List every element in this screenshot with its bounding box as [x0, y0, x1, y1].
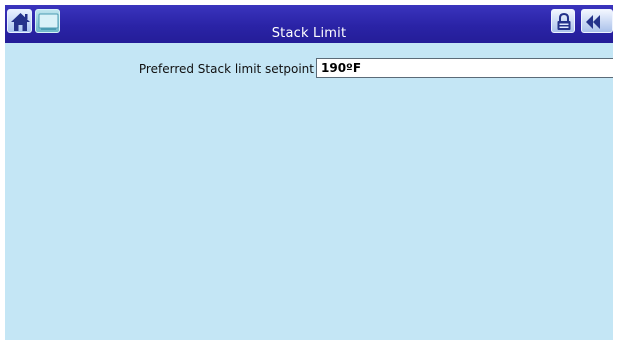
setpoint-label: Preferred Stack limit setpoint — [138, 62, 314, 76]
back-arrow-icon — [586, 15, 600, 29]
header-bar: Stack Limit — [5, 5, 613, 43]
screen: Stack Limit Preferred Stack limit setpoi… — [5, 5, 613, 340]
setpoint-value-field[interactable]: 190ºF — [316, 58, 613, 78]
back-button[interactable] — [581, 9, 613, 33]
lock-icon — [557, 12, 571, 30]
lock-button[interactable] — [551, 9, 575, 33]
page-title: Stack Limit — [271, 26, 347, 41]
